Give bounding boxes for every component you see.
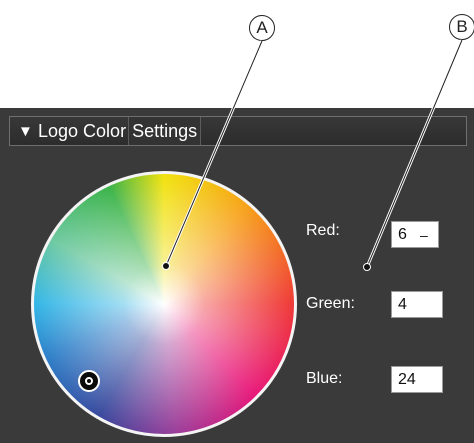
callout-a-marker: A <box>249 15 275 41</box>
red-value-field[interactable]: 6 – <box>391 221 439 248</box>
color-wheel[interactable] <box>31 171 297 437</box>
text-cursor-icon: – <box>420 227 428 243</box>
panel-title-settings: Settings <box>128 117 202 145</box>
blue-label: Blue: <box>306 370 343 387</box>
green-value: 4 <box>398 296 407 313</box>
green-value-field[interactable]: 4 <box>391 291 443 318</box>
red-label: Red: <box>306 222 340 239</box>
panel-title-logo-color: Logo Color <box>38 120 127 141</box>
logo-color-settings-panel: ▼ Logo Color Settings Red: 6 – Green: 4 … <box>0 108 474 443</box>
blue-value-field[interactable]: 24 <box>391 366 443 393</box>
red-value: 6 <box>398 226 407 243</box>
callout-a-label: A <box>256 18 268 37</box>
wheel-picker-icon[interactable] <box>78 370 100 392</box>
panel-header[interactable]: ▼ Logo Color Settings <box>9 116 467 146</box>
callout-b-marker: B <box>449 14 474 40</box>
green-label: Green: <box>306 295 355 312</box>
blue-value: 24 <box>398 371 416 388</box>
callout-b-label: B <box>456 17 468 36</box>
collapse-triangle-icon[interactable]: ▼ <box>18 123 36 140</box>
